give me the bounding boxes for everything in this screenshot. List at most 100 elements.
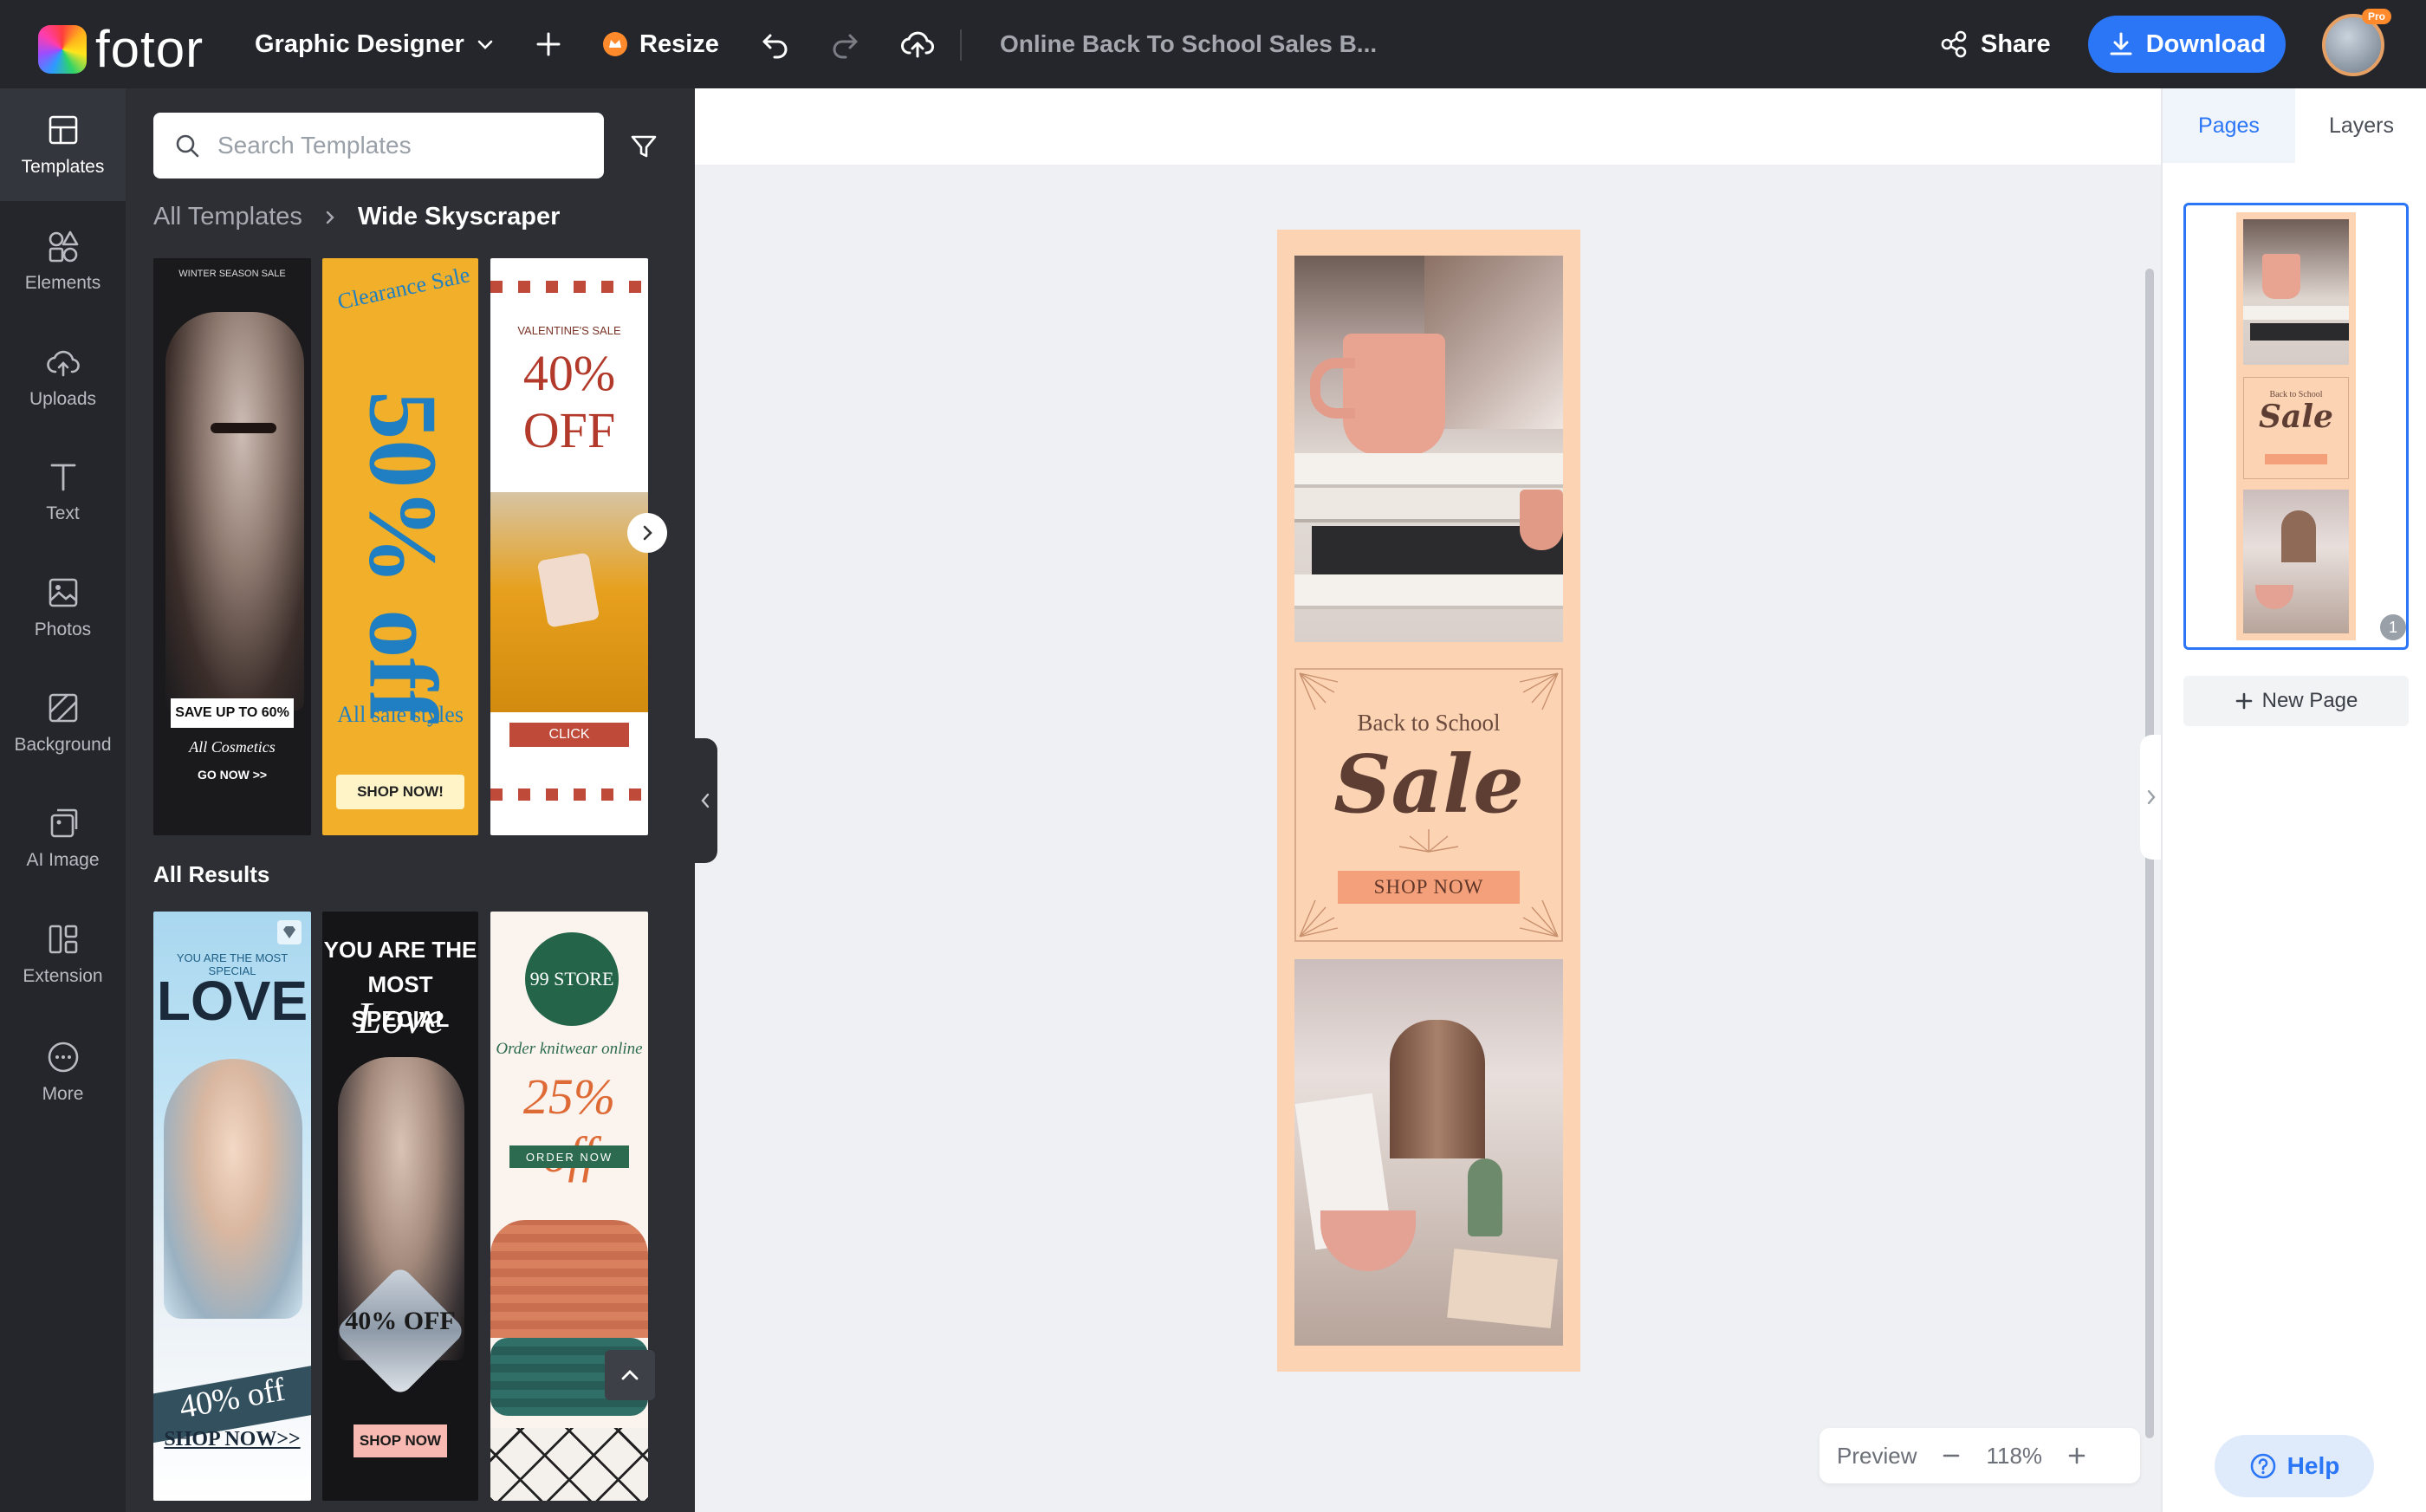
tile-cta: ORDER NOW: [509, 1145, 629, 1168]
crown-icon: [603, 32, 627, 56]
download-icon: [2110, 32, 2132, 55]
thumb-cta: [2265, 454, 2327, 464]
cloud-upload-icon[interactable]: [898, 24, 937, 64]
rail-label: Elements: [24, 273, 101, 293]
breadcrumb: All Templates Wide Skyscraper: [153, 203, 560, 231]
all-results-title: All Results: [153, 861, 270, 887]
search-input[interactable]: [217, 132, 581, 159]
carousel-next-button[interactable]: [627, 513, 667, 553]
add-icon[interactable]: [529, 24, 568, 64]
template-tile-99-store[interactable]: 99 STORE Order knitwear online 25% off O…: [490, 912, 648, 1501]
redo-icon[interactable]: [825, 24, 865, 64]
document-title[interactable]: Online Back To School Sales B...: [1000, 0, 1377, 88]
share-button[interactable]: Share: [1939, 0, 2051, 88]
thumb-mug: [2262, 254, 2300, 299]
diamond-icon: [277, 920, 302, 944]
rail-item-photos[interactable]: Photos: [0, 551, 126, 664]
search-box[interactable]: [153, 113, 604, 178]
chevron-right-icon: [2147, 789, 2156, 805]
rail-item-uploads[interactable]: Uploads: [0, 321, 126, 433]
preview-button[interactable]: Preview: [1837, 1443, 1917, 1470]
rail-item-elements[interactable]: Elements: [0, 204, 126, 317]
tile-cta: SHOP NOW!: [336, 775, 464, 809]
background-icon: [49, 693, 77, 723]
rail-item-background[interactable]: Background: [0, 666, 126, 779]
collapse-panel-button[interactable]: [693, 738, 717, 863]
plus-icon: [2235, 692, 2252, 710]
rail-item-more[interactable]: More: [0, 1016, 126, 1128]
design-title[interactable]: Sale: [1296, 737, 1561, 831]
notebook-shape: [1447, 1248, 1558, 1329]
share-label: Share: [1981, 29, 2051, 58]
rail-item-ai-image[interactable]: AI Image: [0, 782, 126, 894]
photos-icon: [49, 578, 77, 607]
help-icon: [2250, 1453, 2275, 1479]
design-cta[interactable]: SHOP NOW: [1338, 871, 1520, 904]
canvas-photo-bottom[interactable]: [1294, 959, 1563, 1346]
fotor-logo[interactable]: fotor: [38, 19, 204, 79]
tile-cta: CLICK: [509, 723, 629, 747]
resize-button[interactable]: Resize: [601, 0, 719, 88]
role-dropdown[interactable]: Graphic Designer: [255, 0, 496, 88]
rail-label: Background: [14, 735, 112, 755]
rail-item-text[interactable]: Text: [0, 435, 126, 548]
sale-panel[interactable]: Back to School Sale SHOP NOW: [1294, 668, 1563, 942]
chevron-left-icon: [701, 793, 710, 808]
breadcrumb-all-templates[interactable]: All Templates: [153, 203, 302, 231]
thumb-book: [2243, 306, 2349, 320]
zoom-out-icon[interactable]: [1941, 1445, 1962, 1466]
rail-label: AI Image: [26, 850, 100, 870]
thumb-bowl: [2255, 585, 2293, 609]
download-button[interactable]: Download: [2088, 16, 2286, 73]
template-tile-clearance[interactable]: Clearance Sale 50% off All sale styles S…: [322, 258, 478, 835]
left-rail: Templates Elements Uploads Text Photos B…: [0, 88, 126, 1512]
download-label: Download: [2145, 29, 2267, 58]
template-tile-cosmetics[interactable]: WINTER SEASON SALE SAVE UP TO 60% All Co…: [153, 258, 311, 835]
elements-icon: [49, 230, 78, 263]
tile-text: 40% OFF: [522, 345, 616, 458]
design-subtitle[interactable]: Back to School: [1296, 710, 1561, 737]
rail-label: Uploads: [29, 389, 97, 409]
thumb-title: Sale: [2259, 399, 2333, 435]
rail-label: Templates: [21, 157, 105, 177]
chevron-right-icon: [643, 525, 652, 541]
new-page-button[interactable]: New Page: [2183, 676, 2409, 726]
rail-label: Photos: [34, 620, 92, 639]
share-icon: [1941, 30, 1967, 58]
page-thumbnail[interactable]: Back to School Sale 1: [2183, 203, 2409, 650]
rail-label: More: [42, 1084, 84, 1104]
extension-icon: [49, 925, 77, 954]
tile-photo-detail: [211, 423, 276, 433]
mug-shape: [1343, 334, 1445, 455]
design-canvas[interactable]: Back to School Sale SHOP NOW: [1277, 230, 1580, 1372]
rail-label: Extension: [23, 966, 103, 986]
photo-detail: [1424, 256, 1563, 429]
filter-icon[interactable]: [627, 130, 660, 163]
template-tile-love-black[interactable]: YOU ARE THE MOST SPECIAL Love 40% OFF SH…: [322, 912, 478, 1501]
collapse-right-panel-button[interactable]: [2140, 735, 2163, 860]
fotor-logo-icon: [38, 24, 87, 74]
search-icon: [176, 134, 199, 158]
rail-item-extension[interactable]: Extension: [0, 898, 126, 1010]
book-shape: [1294, 453, 1563, 488]
help-button[interactable]: Help: [2215, 1435, 2374, 1497]
zoom-level[interactable]: 118%: [1986, 1443, 2042, 1470]
undo-icon[interactable]: [756, 24, 795, 64]
canvas-photo-top[interactable]: [1294, 256, 1563, 642]
tab-pages[interactable]: Pages: [2163, 88, 2295, 163]
templates-icon: [49, 115, 77, 145]
canvas-toolbar-area: [695, 88, 2161, 165]
back-to-top-button[interactable]: [605, 1350, 655, 1400]
cactus-shape: [1468, 1158, 1502, 1236]
tile-photo: [165, 312, 304, 711]
chevron-down-icon: [477, 40, 493, 49]
zoom-in-icon[interactable]: [2066, 1445, 2087, 1466]
tile-text: 50% off: [348, 391, 457, 723]
mug-handle-shape: [1310, 358, 1355, 419]
template-tile-love-blue[interactable]: YOU ARE THE MOST SPECIAL LOVE 40% off SH…: [153, 912, 311, 1501]
rail-item-templates[interactable]: Templates: [0, 88, 126, 201]
tab-layers[interactable]: Layers: [2295, 88, 2426, 163]
template-tile-valentine[interactable]: VALENTINE'S SALE 40% OFF CLICK: [490, 258, 648, 835]
chevron-up-icon: [621, 1370, 639, 1380]
tile-text: Love: [356, 994, 444, 1043]
